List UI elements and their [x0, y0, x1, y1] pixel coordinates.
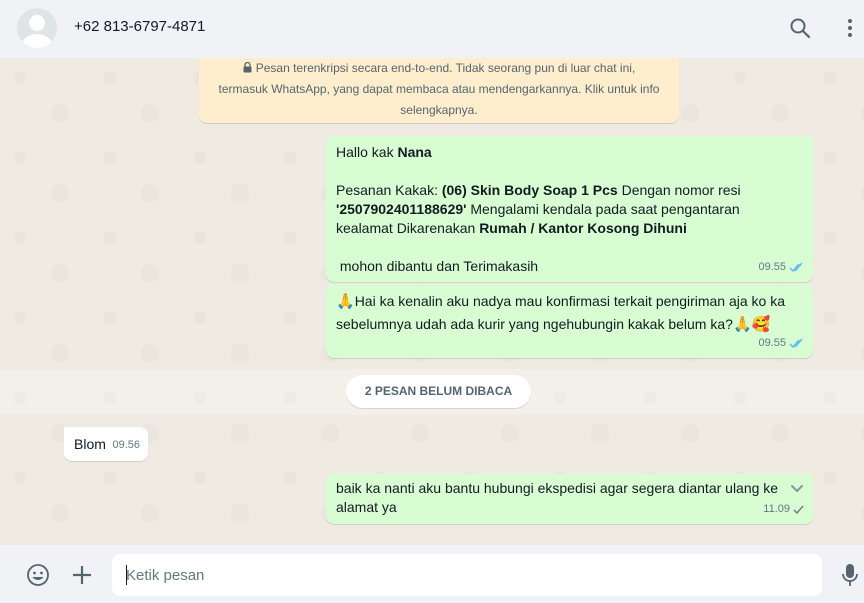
greeting-text: Hallo kak [336, 144, 398, 160]
message-bubble-outgoing[interactable]: baik ka nanti aku bantu hubungi ekspedis… [326, 474, 813, 524]
message-time: 09.55 [758, 261, 786, 273]
message-bubble-outgoing[interactable]: Hallo kak Nana Pesanan Kakak: (06) Skin … [326, 136, 813, 282]
message-line: sebelumnya udah ada kurir yang ngehubung… [336, 316, 733, 332]
message-line: baik ka nanti aku bantu hubungi ekspedis… [336, 480, 779, 496]
order-label: Pesanan Kakak: [336, 182, 442, 198]
single-check-icon [793, 505, 804, 515]
greeting-name: Nana [397, 144, 432, 160]
reason-text: Rumah / Kantor Kosong Dihuni [479, 220, 687, 236]
encryption-line-1: Pesan terenkripsi secara end-to-end. Tid… [255, 61, 636, 75]
message-line: alamat ya [336, 499, 397, 515]
plus-icon[interactable] [70, 563, 94, 587]
message-time: 09.56 [112, 439, 140, 451]
praying-hands-emoji-icon: 🙏 [336, 293, 355, 310]
double-check-icon [789, 262, 803, 273]
double-check-icon [789, 338, 803, 349]
encryption-notice[interactable]: Pesan terenkripsi secara end-to-end. Tid… [199, 58, 679, 123]
tracking-number: '2507902401188629' [336, 201, 467, 217]
message-bubble-outgoing[interactable]: 🙏Hai ka kenalin aku nadya mau konfirmasi… [326, 284, 813, 358]
message-time: 09.55 [758, 337, 786, 349]
chevron-down-icon [791, 485, 803, 493]
message-meta: 09.55 [758, 334, 805, 353]
unread-divider: 2 PESAN BELUM DIBACA [346, 375, 531, 408]
message-text: baik ka nanti aku bantu hubungi ekspedis… [336, 479, 781, 517]
contact-name[interactable]: +62 813-6797-4871 [74, 18, 205, 35]
encryption-line-3: selengkapnya. [400, 103, 478, 117]
message-input[interactable] [112, 554, 822, 596]
closing-text: mohon dibantu dan Terimakasih [336, 258, 539, 274]
message-meta: 11.09 [763, 500, 805, 519]
chat-header: +62 813-6797-4871 [0, 0, 864, 59]
reason-label: kealamat Dikarenakan [336, 220, 480, 236]
message-meta: 09.55 [758, 258, 805, 277]
order-product: (06) Skin Body Soap 1 Pcs [441, 182, 618, 198]
encryption-line-2: termasuk WhatsApp, yang dapat membaca at… [218, 82, 660, 96]
message-options-button[interactable] [787, 480, 807, 498]
search-icon[interactable] [788, 16, 812, 40]
smiling-hearts-emoji-icon: 🥰 [751, 316, 771, 333]
emoji-icon[interactable] [26, 563, 50, 587]
message-time: 11.09 [763, 503, 790, 515]
tracking-rest: Mengalami kendala pada saat pengantaran [466, 201, 740, 217]
mic-icon[interactable] [838, 562, 862, 588]
avatar[interactable] [17, 8, 57, 48]
order-rest: Dengan nomor resi [617, 182, 741, 198]
menu-dots-icon[interactable] [838, 16, 862, 40]
message-meta: 09.56 [112, 436, 140, 455]
chat-area[interactable]: Pesan terenkripsi secara end-to-end. Tid… [0, 58, 864, 545]
praying-hands-emoji-icon: 🙏 [732, 316, 752, 333]
message-text: 🙏Hai ka kenalin aku nadya mau konfirmasi… [336, 290, 801, 336]
message-text: Blom [74, 436, 106, 452]
composer-bar [0, 545, 864, 603]
lock-icon [243, 62, 252, 73]
message-bubble-incoming[interactable]: Blom 09.56 [64, 427, 148, 461]
avatar-head [29, 15, 45, 31]
message-text: Hallo kak Nana Pesanan Kakak: (06) Skin … [336, 143, 796, 276]
text-caret [126, 565, 127, 585]
message-line: Hai ka kenalin aku nadya mau konfirmasi … [354, 293, 786, 309]
avatar-body [22, 34, 52, 48]
